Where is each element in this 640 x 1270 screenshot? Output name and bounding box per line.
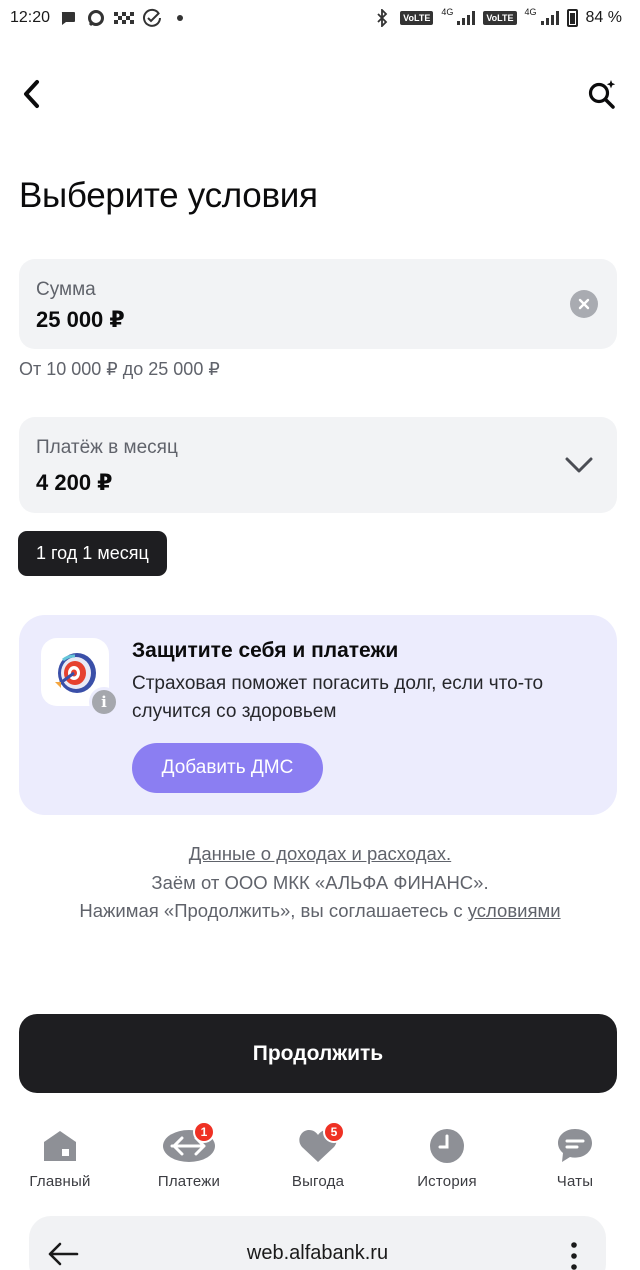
signal-icon-2 (540, 11, 559, 25)
agreement-text: Нажимая «Продолжить», вы соглашаетесь с (79, 900, 463, 921)
check-circle-icon (142, 8, 162, 28)
income-expenses-link[interactable]: Данные о доходах и расходах. (189, 843, 451, 864)
amount-field[interactable]: Сумма 25 000 ₽ (19, 259, 617, 349)
browser-url[interactable]: web.alfabank.ru (29, 1242, 606, 1265)
network-type-1: 4G (441, 7, 454, 17)
volte-badge-1: VoLTE (400, 11, 434, 25)
lender-info: Заём от ООО МКК «АЛЬФА ФИНАНС». (151, 871, 489, 893)
amount-value[interactable]: 25 000 ₽ (36, 307, 125, 333)
term-chip[interactable]: 1 год 1 месяц (18, 531, 167, 576)
tab-chats[interactable]: Чаты (520, 1123, 630, 1190)
tab-home-label: Главный (29, 1173, 91, 1190)
search-button[interactable] (582, 74, 622, 114)
tab-chats-label: Чаты (556, 1173, 594, 1190)
amount-label: Сумма (36, 279, 96, 300)
continue-button[interactable]: Продолжить (19, 1014, 617, 1093)
dot-icon (170, 8, 190, 28)
monthly-payment-select[interactable]: Платёж в месяц 4 200 ₽ (19, 417, 617, 513)
checkered-icon (114, 8, 135, 28)
benefits-badge: 5 (323, 1121, 345, 1143)
back-button[interactable] (12, 74, 52, 114)
terms-link[interactable]: условиями (468, 900, 561, 921)
browser-toolbar: web.alfabank.ru (29, 1216, 606, 1270)
signal-icon-1 (457, 11, 476, 25)
payment-label: Платёж в месяц (36, 437, 178, 458)
bluetooth-icon (372, 8, 392, 28)
status-left: 12:20 (10, 8, 190, 28)
payments-badge: 1 (193, 1121, 215, 1143)
status-right: VoLTE 4G VoLTE 4G 84 % (372, 7, 622, 28)
tab-benefits-label: Выгода (291, 1173, 345, 1190)
page-title: Выберите условия (19, 176, 318, 215)
promo-text: Страховая поможет погасить долг, если чт… (132, 673, 544, 722)
tab-payments[interactable]: 1 Платежи (134, 1121, 244, 1190)
chevron-down-icon (565, 457, 593, 473)
clear-amount-button[interactable] (570, 290, 598, 318)
search-sparkle-icon (588, 80, 616, 109)
promo-title: Защитите себя и платежи (132, 639, 399, 662)
tab-home[interactable]: Главный (5, 1123, 115, 1190)
chat-icon (558, 1129, 592, 1162)
legal-text: Данные о доходах и расходах. Заём от ООО… (0, 840, 640, 926)
tab-payments-label: Платежи (157, 1173, 221, 1190)
volte-badge-2: VoLTE (483, 11, 517, 25)
top-nav (0, 70, 640, 120)
more-vertical-icon (571, 1242, 577, 1270)
payment-value: 4 200 ₽ (36, 470, 113, 495)
tab-benefits[interactable]: 5 Выгода (263, 1121, 373, 1190)
status-bar: 12:20 VoLTE 4G VoLTE 4G 84 % (0, 0, 640, 36)
tab-history-label: История (417, 1173, 477, 1190)
payment-dropdown-toggle[interactable] (563, 450, 595, 480)
message-icon (58, 8, 78, 28)
clock-icon (430, 1129, 464, 1163)
close-icon (578, 298, 590, 310)
bottom-tab-bar: Главный 1 Платежи 5 Выгода История Чаты (0, 1121, 640, 1198)
chat-bubble-icon (86, 8, 106, 28)
add-dms-button[interactable]: Добавить ДМС (132, 743, 323, 793)
tab-history[interactable]: История (392, 1123, 502, 1190)
info-icon[interactable]: i (89, 687, 119, 717)
browser-menu-button[interactable] (562, 1238, 586, 1270)
battery-icon (566, 9, 578, 27)
arrow-left-icon (48, 1242, 79, 1266)
battery-level: 84 % (585, 9, 622, 26)
chevron-left-icon (24, 80, 39, 108)
status-time: 12:20 (10, 9, 51, 26)
home-icon (44, 1131, 76, 1161)
amount-hint: От 10 000 ₽ до 25 000 ₽ (19, 359, 220, 379)
browser-back-button[interactable] (45, 1236, 81, 1270)
insurance-promo-card: i Защитите себя и платежи Страховая помо… (19, 615, 617, 815)
network-type-2: 4G (524, 7, 537, 17)
